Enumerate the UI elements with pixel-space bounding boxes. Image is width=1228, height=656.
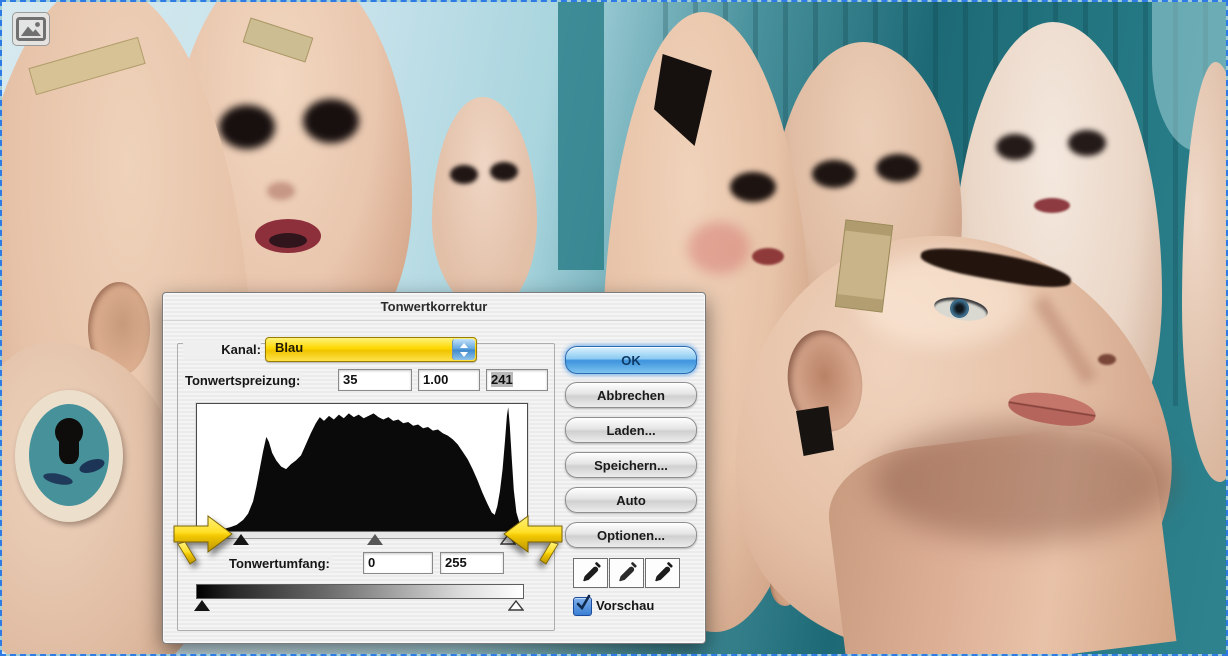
eye-right — [303, 99, 359, 143]
channel-label: Kanal: — [183, 340, 261, 359]
mouth-inner — [269, 233, 307, 248]
screenshot-canvas: Tonwertkorrektur Kanal: Blau Tonwertspre… — [0, 0, 1228, 656]
output-gradient-bar — [196, 584, 524, 599]
options-button[interactable]: Optionen... — [565, 522, 697, 548]
eye-left — [219, 105, 275, 149]
preview-checkbox[interactable] — [573, 594, 592, 616]
black-wedge-hairpiece — [654, 54, 712, 146]
histogram-panel — [196, 403, 528, 532]
input-highlight-field[interactable]: 241 — [486, 369, 548, 391]
nose-shadow — [267, 182, 295, 200]
black-point-eyedropper-icon[interactable] — [573, 558, 608, 588]
eye-right — [1068, 130, 1106, 156]
blue-iris — [950, 299, 969, 318]
input-gamma-field[interactable]: 1.00 — [418, 369, 480, 391]
eyedropper-group — [573, 558, 680, 588]
output-shadow-field[interactable]: 0 — [363, 552, 433, 574]
output-levels-label: Tonwertumfang: — [227, 555, 332, 572]
auto-button[interactable]: Auto — [565, 487, 697, 513]
eye-left — [996, 134, 1034, 160]
eye-right — [876, 154, 920, 182]
ok-button[interactable]: OK — [565, 346, 697, 374]
lips — [1034, 198, 1070, 213]
levels-dialog: Tonwertkorrektur Kanal: Blau Tonwertspre… — [162, 292, 706, 644]
white-point-eyedropper-icon[interactable] — [645, 558, 680, 588]
eye-left — [812, 160, 856, 188]
nostril — [1098, 354, 1116, 365]
eye-right — [490, 162, 518, 181]
image-placeholder-badge — [12, 12, 50, 46]
stepper-icon[interactable] — [452, 339, 475, 360]
input-gamma-slider[interactable] — [366, 532, 383, 545]
sticker-keyhole-stem — [59, 438, 79, 464]
annotation-arrow-right-icon — [173, 515, 233, 565]
input-levels-label: Tonwertspreizung: — [183, 372, 303, 389]
histogram-chart — [197, 407, 527, 531]
output-black-slider[interactable] — [194, 598, 210, 611]
gray-point-eyedropper-icon[interactable] — [609, 558, 644, 588]
lips — [752, 248, 784, 265]
load-button[interactable]: Laden... — [565, 417, 697, 443]
channel-select[interactable]: Blau — [265, 337, 477, 362]
annotation-arrow-left-icon — [503, 515, 563, 565]
eye — [730, 172, 776, 202]
output-highlight-field[interactable]: 255 — [440, 552, 504, 574]
tape-patch — [242, 17, 314, 63]
booth-divider — [558, 2, 604, 270]
mannequin-head-back-center — [432, 97, 537, 312]
checkmark-icon — [576, 594, 591, 611]
output-white-slider[interactable] — [507, 598, 525, 611]
eye-left — [450, 165, 478, 184]
preview-label: Vorschau — [596, 598, 655, 613]
image-icon — [16, 17, 46, 41]
input-shadow-field[interactable]: 35 — [338, 369, 412, 391]
save-button[interactable]: Speichern... — [565, 452, 697, 478]
cancel-button[interactable]: Abbrechen — [565, 382, 697, 408]
chin-shadow — [872, 422, 1172, 542]
channel-value: Blau — [275, 340, 304, 355]
dialog-title: Tonwertkorrektur — [163, 293, 705, 321]
rouge-cheek — [688, 222, 750, 274]
